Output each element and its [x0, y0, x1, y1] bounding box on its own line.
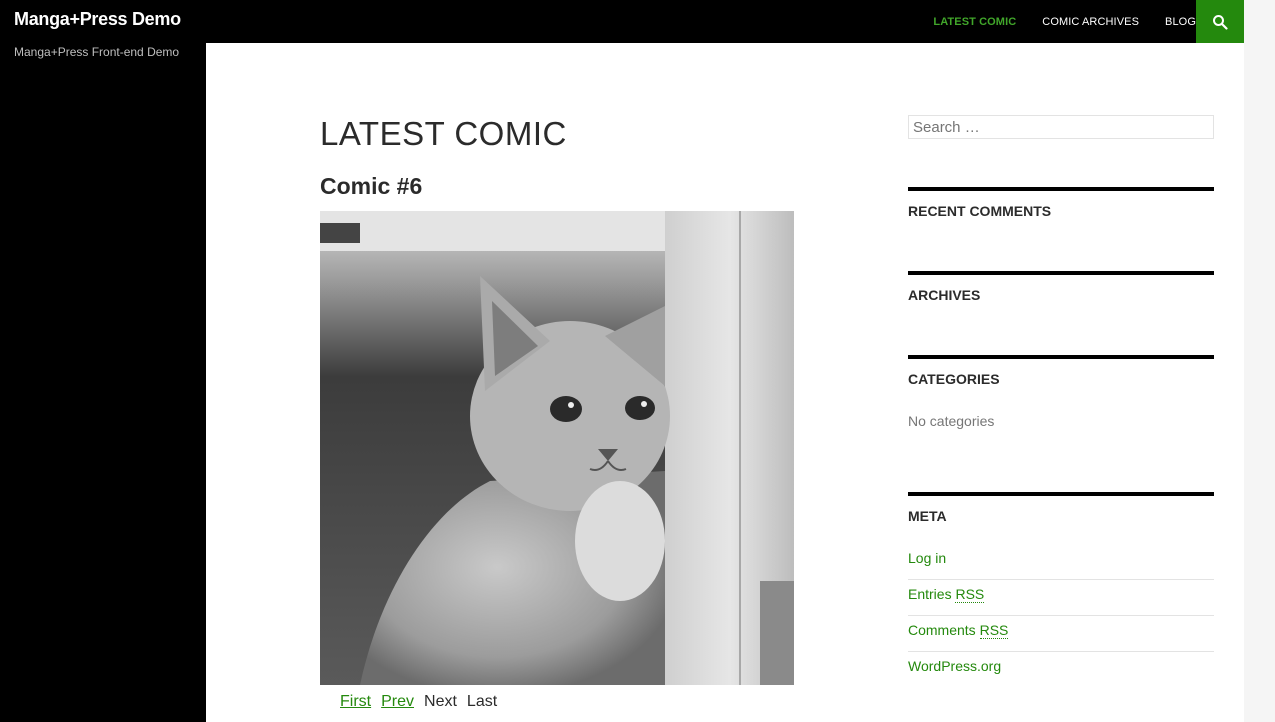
- entry-title[interactable]: Comic #6: [320, 173, 422, 200]
- widget-categories: CATEGORIES No categories: [908, 355, 1214, 429]
- search-input[interactable]: [908, 115, 1214, 139]
- comic-navigation: First Prev Next Last: [340, 693, 497, 711]
- categories-empty-text: No categories: [908, 413, 995, 429]
- widget-recent-comments: RECENT COMMENTS: [908, 187, 1214, 219]
- secondary-sidebar: Manga+Press Front-end Demo: [0, 43, 206, 722]
- site-header: Manga+Press Demo LATEST COMIC COMIC ARCH…: [0, 0, 1244, 43]
- site-description: Manga+Press Front-end Demo: [14, 45, 180, 59]
- search-icon: [1213, 14, 1228, 30]
- meta-link-entries-prefix: Entries: [908, 586, 956, 602]
- page-title: LATEST COMIC: [320, 115, 567, 152]
- primary-navigation: LATEST COMIC COMIC ARCHIVES BLOG: [907, 0, 1196, 43]
- meta-link-comments-rss[interactable]: Comments RSS: [908, 616, 1214, 652]
- nav-item-blog[interactable]: BLOG: [1165, 16, 1196, 28]
- search-toggle-button[interactable]: [1196, 0, 1244, 43]
- comic-nav-first-link[interactable]: First: [340, 693, 371, 711]
- rss-abbr: RSS: [955, 586, 985, 603]
- meta-link-list: Log in Entries RSS Comments RSS WordPres…: [908, 544, 1214, 688]
- page-background: [1244, 0, 1275, 722]
- meta-link-login[interactable]: Log in: [908, 544, 1214, 580]
- meta-link-wordpress[interactable]: WordPress.org: [908, 652, 1214, 688]
- comic-nav-prev-link[interactable]: Prev: [381, 693, 414, 711]
- site-title[interactable]: Manga+Press Demo: [14, 8, 181, 30]
- widget-title-recent-comments: RECENT COMMENTS: [908, 203, 1052, 219]
- kitten-image: [320, 211, 794, 685]
- main-content: LATEST COMIC Comic #6 First Prev Next La…: [206, 43, 1244, 722]
- nav-item-comic-archives[interactable]: COMIC ARCHIVES: [1042, 16, 1139, 28]
- comic-nav-last-label: Last: [466, 693, 498, 710]
- widget-archives: ARCHIVES: [908, 271, 1214, 303]
- widget-title-archives: ARCHIVES: [908, 287, 981, 303]
- widget-title-categories: CATEGORIES: [908, 371, 1000, 387]
- widget-meta: META Log in Entries RSS Comments RSS Wor…: [908, 492, 1214, 688]
- meta-link-comments-prefix: Comments: [908, 622, 980, 638]
- widget-title-meta: META: [908, 508, 947, 524]
- comic-image[interactable]: [320, 211, 794, 685]
- meta-link-entries-rss[interactable]: Entries RSS: [908, 580, 1214, 616]
- comic-nav-next-label: Next: [424, 693, 457, 710]
- rss-abbr: RSS: [979, 622, 1009, 639]
- nav-item-latest-comic[interactable]: LATEST COMIC: [933, 16, 1016, 28]
